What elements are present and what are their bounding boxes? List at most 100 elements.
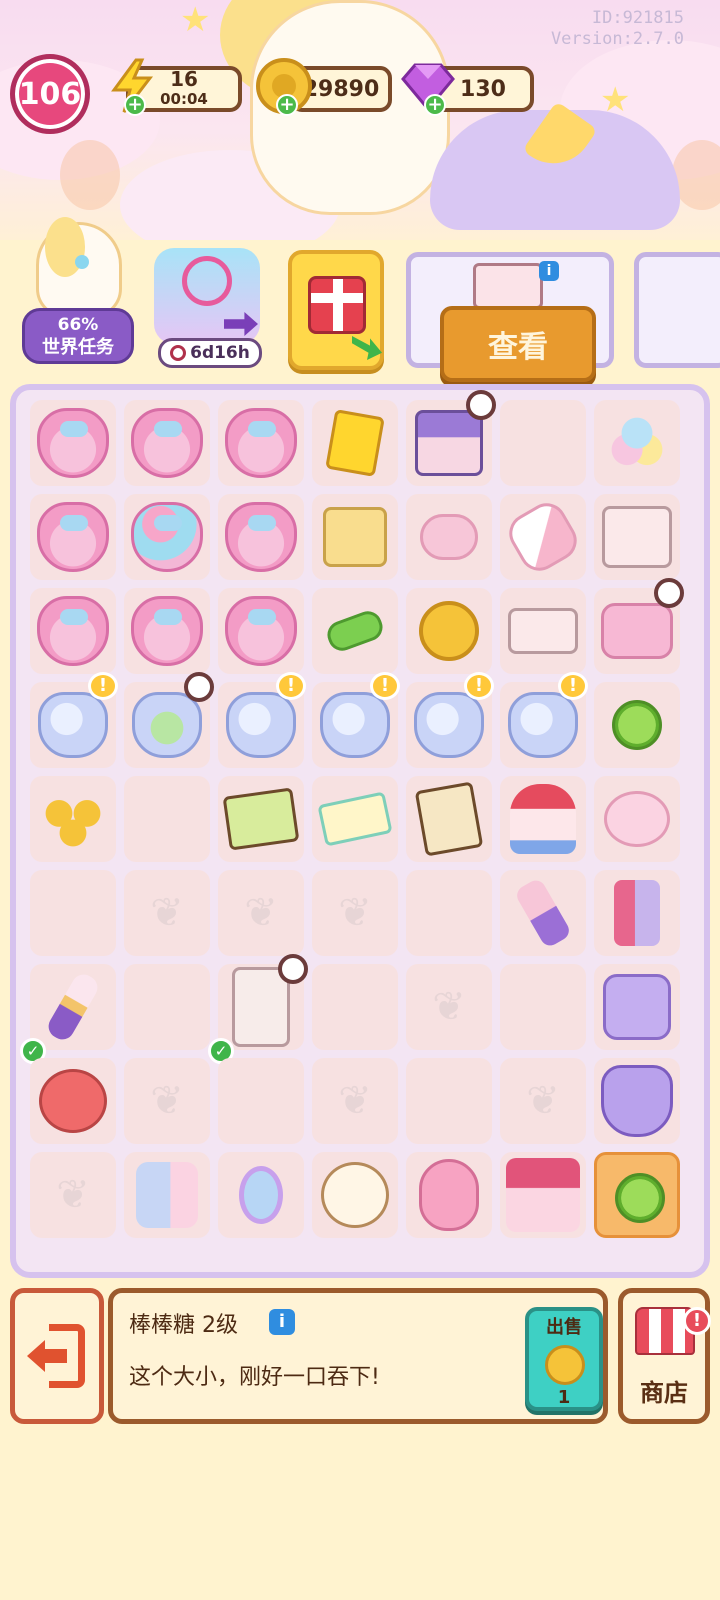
board-cell[interactable]: ✓ <box>20 964 116 1064</box>
empty-cell[interactable] <box>406 870 492 956</box>
mirror-icon[interactable] <box>224 1158 298 1232</box>
add-gems-button[interactable]: + <box>424 94 446 116</box>
dress-icon[interactable] <box>600 1064 674 1138</box>
castle-icon[interactable] <box>506 1158 580 1232</box>
board-cell[interactable] <box>30 400 116 486</box>
board-cell[interactable] <box>312 1152 398 1238</box>
board-cell[interactable]: ! <box>218 672 306 768</box>
empty-cell[interactable] <box>312 964 398 1050</box>
board-cell[interactable] <box>312 494 398 580</box>
carousel-icon[interactable] <box>506 782 580 856</box>
locked-cell[interactable] <box>312 1058 398 1144</box>
board-cell[interactable] <box>124 1152 210 1238</box>
board-cell[interactable] <box>218 494 304 580</box>
roller-icon[interactable] <box>506 876 580 950</box>
lipstick-icon[interactable] <box>600 876 674 950</box>
board-cell[interactable] <box>124 494 210 580</box>
dresser-icon[interactable] <box>600 500 674 574</box>
empty-cell[interactable] <box>500 964 586 1050</box>
order-panel-next[interactable] <box>634 252 720 368</box>
bag-icon[interactable] <box>36 406 110 480</box>
empty-cell[interactable] <box>406 1058 492 1144</box>
lollipop-icon[interactable] <box>600 688 674 762</box>
board-cell[interactable] <box>594 578 684 674</box>
board-cell[interactable] <box>30 776 116 862</box>
ticket-icon[interactable] <box>318 406 392 480</box>
balloons-icon[interactable] <box>130 500 204 574</box>
board-cell[interactable] <box>594 870 680 956</box>
drawer-icon[interactable] <box>506 594 580 668</box>
board-cell[interactable]: ! <box>500 672 588 768</box>
bag-icon[interactable] <box>36 500 110 574</box>
locked-cell[interactable] <box>500 1058 586 1144</box>
board-cell[interactable] <box>124 400 210 486</box>
board-cell[interactable] <box>594 494 680 580</box>
board-cell[interactable] <box>406 494 492 580</box>
board-cell[interactable] <box>218 400 304 486</box>
board-cell[interactable] <box>500 870 586 956</box>
level-badge[interactable]: 106 <box>10 54 90 134</box>
cardigan-icon[interactable] <box>600 970 674 1044</box>
add-coins-button[interactable]: + <box>276 94 298 116</box>
empty-cell[interactable] <box>500 400 586 486</box>
board-cell[interactable] <box>218 588 304 674</box>
view-order-button[interactable]: 查看 <box>440 306 596 382</box>
map-icon[interactable] <box>222 782 300 856</box>
compact-icon[interactable] <box>600 782 674 856</box>
sell-button[interactable]: 出售 1 <box>525 1307 603 1411</box>
event-card[interactable]: 6d16h <box>148 248 266 368</box>
bag-icon[interactable] <box>224 594 298 668</box>
locked-cell[interactable] <box>124 1058 210 1144</box>
shop-button[interactable]: ! 商店 <box>618 1288 711 1424</box>
locked-cell[interactable] <box>218 870 304 956</box>
empty-cell[interactable] <box>218 1058 304 1144</box>
book-icon[interactable] <box>412 781 486 857</box>
board-cell[interactable] <box>594 1058 680 1144</box>
giftbox-icon[interactable] <box>318 500 392 574</box>
coins-icon[interactable] <box>36 782 110 856</box>
reward-gift-slot[interactable] <box>288 250 384 370</box>
empty-cell[interactable] <box>124 964 210 1050</box>
board-cell[interactable] <box>594 776 680 862</box>
board-cell[interactable] <box>500 1152 586 1238</box>
board-cell[interactable] <box>218 776 304 862</box>
board-cell[interactable]: ! <box>406 672 494 768</box>
candy-icon[interactable] <box>318 594 392 668</box>
board-cell[interactable] <box>406 1152 492 1238</box>
board-cell[interactable] <box>218 1152 304 1238</box>
world-task-card[interactable]: 66% 世界任务 <box>22 217 134 368</box>
board-cell[interactable] <box>594 964 680 1050</box>
locked-cell[interactable] <box>124 870 210 956</box>
board-cell[interactable] <box>500 776 586 862</box>
roll-icon[interactable] <box>412 500 486 574</box>
bag-icon[interactable] <box>130 594 204 668</box>
board-cell[interactable] <box>30 1058 116 1144</box>
locked-cell[interactable] <box>406 964 492 1050</box>
exit-button[interactable] <box>10 1288 104 1424</box>
board-cell[interactable] <box>124 588 210 674</box>
empty-cell[interactable] <box>30 870 116 956</box>
marshmallow-icon[interactable] <box>502 496 584 578</box>
bag-icon[interactable] <box>224 406 298 480</box>
board-cell[interactable]: ✓ <box>208 954 308 1064</box>
empty-cell[interactable] <box>124 776 210 862</box>
board-cell[interactable] <box>406 588 492 674</box>
board-cell[interactable] <box>406 390 496 486</box>
brushes-icon[interactable] <box>36 970 110 1044</box>
board-cell[interactable] <box>312 588 398 674</box>
board-cell[interactable] <box>30 588 116 674</box>
bag-icon[interactable] <box>130 406 204 480</box>
board-cell[interactable]: ! <box>312 672 400 768</box>
bag-icon[interactable] <box>224 500 298 574</box>
hamster-icon[interactable] <box>36 1064 110 1138</box>
bunny-icon[interactable] <box>412 1158 486 1232</box>
lollipop-icon[interactable] <box>603 1161 677 1235</box>
board-cell[interactable] <box>594 400 680 486</box>
board-cell[interactable] <box>312 776 398 862</box>
board-cell[interactable] <box>312 400 398 486</box>
cotton-icon[interactable] <box>600 406 674 480</box>
bag-icon[interactable] <box>36 594 110 668</box>
add-energy-button[interactable]: + <box>124 94 146 116</box>
board-cell[interactable] <box>30 494 116 580</box>
info-icon[interactable]: i <box>539 261 559 281</box>
